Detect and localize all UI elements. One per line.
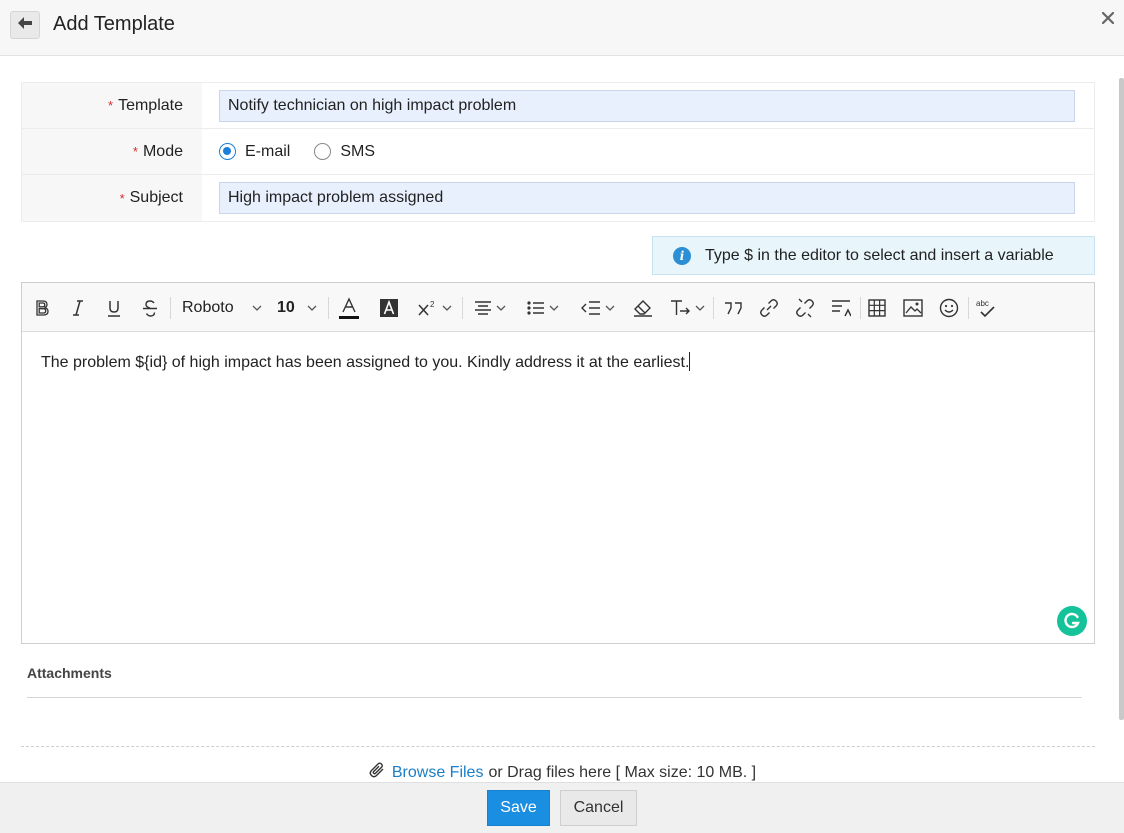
required-marker: * xyxy=(108,98,114,113)
chevron-down-icon xyxy=(442,305,452,311)
mode-email-radio[interactable]: E-mail xyxy=(219,143,290,161)
quote-icon[interactable] xyxy=(721,296,745,320)
close-icon[interactable] xyxy=(1100,10,1116,26)
toolbar-separator xyxy=(462,297,463,319)
mode-row: * Mode E-mail SMS xyxy=(22,129,1094,175)
table-icon[interactable] xyxy=(865,296,889,320)
image-icon[interactable] xyxy=(901,296,925,320)
font-size-dropdown[interactable]: 10 xyxy=(277,296,323,320)
info-icon: i xyxy=(673,246,691,265)
chevron-down-icon xyxy=(252,305,262,311)
indent-icon[interactable] xyxy=(578,296,618,320)
mode-label-text: Mode xyxy=(142,142,183,160)
back-button[interactable] xyxy=(10,11,40,39)
chevron-down-icon xyxy=(496,305,506,311)
browse-files-link[interactable]: Browse Files xyxy=(392,764,484,782)
scrollbar[interactable] xyxy=(1119,78,1124,720)
font-color-icon[interactable] xyxy=(338,296,360,320)
editor-content[interactable]: The problem ${id} of high impact has bee… xyxy=(22,332,1094,392)
text-direction-icon[interactable] xyxy=(668,296,706,320)
mode-radio-group: E-mail SMS xyxy=(219,143,399,161)
cancel-button[interactable]: Cancel xyxy=(560,790,637,826)
subject-label: * Subject xyxy=(22,175,202,221)
rich-text-editor: Roboto 10 2 abc The problem ${id} of hig… xyxy=(21,282,1095,644)
template-form: * Template * Mode E-mail SMS xyxy=(21,82,1095,222)
dialog-header: Add Template xyxy=(0,0,1124,56)
mode-label: * Mode xyxy=(22,129,202,174)
font-size-value: 10 xyxy=(277,299,295,316)
grammarly-icon[interactable] xyxy=(1057,606,1087,636)
template-row: * Template xyxy=(22,83,1094,129)
underline-icon[interactable] xyxy=(104,296,124,320)
radio-checked-icon[interactable] xyxy=(219,143,236,160)
mode-sms-radio[interactable]: SMS xyxy=(314,143,375,161)
editor-toolbar: Roboto 10 2 abc xyxy=(22,283,1094,332)
italic-icon[interactable] xyxy=(68,296,88,320)
save-button[interactable]: Save xyxy=(487,790,550,826)
variable-info-banner: i Type $ in the editor to select and ins… xyxy=(652,236,1095,275)
mode-email-label: E-mail xyxy=(245,142,291,160)
subject-input[interactable] xyxy=(219,182,1075,214)
font-family-value: Roboto xyxy=(182,299,234,316)
chevron-down-icon xyxy=(307,305,317,311)
subject-label-text: Subject xyxy=(129,189,183,206)
chevron-down-icon xyxy=(695,305,705,311)
highlight-icon[interactable] xyxy=(378,296,400,320)
template-label: * Template xyxy=(22,83,202,128)
file-dropzone[interactable]: Browse Files or Drag files here [ Max si… xyxy=(0,761,1124,784)
chevron-down-icon xyxy=(549,305,559,311)
drag-files-text: or Drag files here [ Max size: 10 MB. ] xyxy=(488,763,757,781)
link-icon[interactable] xyxy=(757,296,781,320)
dialog-title: Add Template xyxy=(53,13,175,35)
text-caret xyxy=(689,352,691,371)
emoji-icon[interactable] xyxy=(937,296,961,320)
radio-unchecked-icon[interactable] xyxy=(314,143,332,160)
paperclip-icon xyxy=(368,761,386,784)
unlink-icon[interactable] xyxy=(793,296,817,320)
info-text: Type $ in the editor to select and inser… xyxy=(705,246,1054,264)
arrow-left-icon xyxy=(17,16,33,35)
svg-text:2: 2 xyxy=(430,300,435,309)
dropzone-border xyxy=(21,746,1095,747)
line-height-icon[interactable] xyxy=(829,296,853,320)
subject-row: * Subject xyxy=(22,175,1094,221)
bold-icon[interactable] xyxy=(32,296,52,320)
align-icon[interactable] xyxy=(471,296,509,320)
clear-format-icon[interactable] xyxy=(631,296,655,320)
template-label-text: Template xyxy=(118,96,183,114)
toolbar-separator xyxy=(860,297,861,319)
spellcheck-icon[interactable]: abc xyxy=(974,296,998,320)
attachments-divider xyxy=(27,697,1082,698)
font-family-dropdown[interactable]: Roboto xyxy=(182,296,266,320)
required-marker: * xyxy=(119,190,125,206)
attachments-title: Attachments xyxy=(27,665,112,681)
dialog-footer: Save Cancel xyxy=(0,782,1124,833)
editor-text: The problem ${id} of high impact has bee… xyxy=(41,354,690,371)
toolbar-separator xyxy=(968,297,969,319)
strikethrough-icon[interactable] xyxy=(140,296,160,320)
template-name-input[interactable] xyxy=(219,89,1075,122)
toolbar-separator xyxy=(713,297,714,319)
toolbar-separator xyxy=(170,297,171,319)
chevron-down-icon xyxy=(605,305,615,311)
svg-text:abc: abc xyxy=(976,299,989,308)
mode-sms-label: SMS xyxy=(340,142,376,160)
superscript-icon[interactable]: 2 xyxy=(416,296,454,320)
list-icon[interactable] xyxy=(524,296,562,320)
toolbar-separator xyxy=(328,297,329,319)
required-marker: * xyxy=(132,144,138,159)
